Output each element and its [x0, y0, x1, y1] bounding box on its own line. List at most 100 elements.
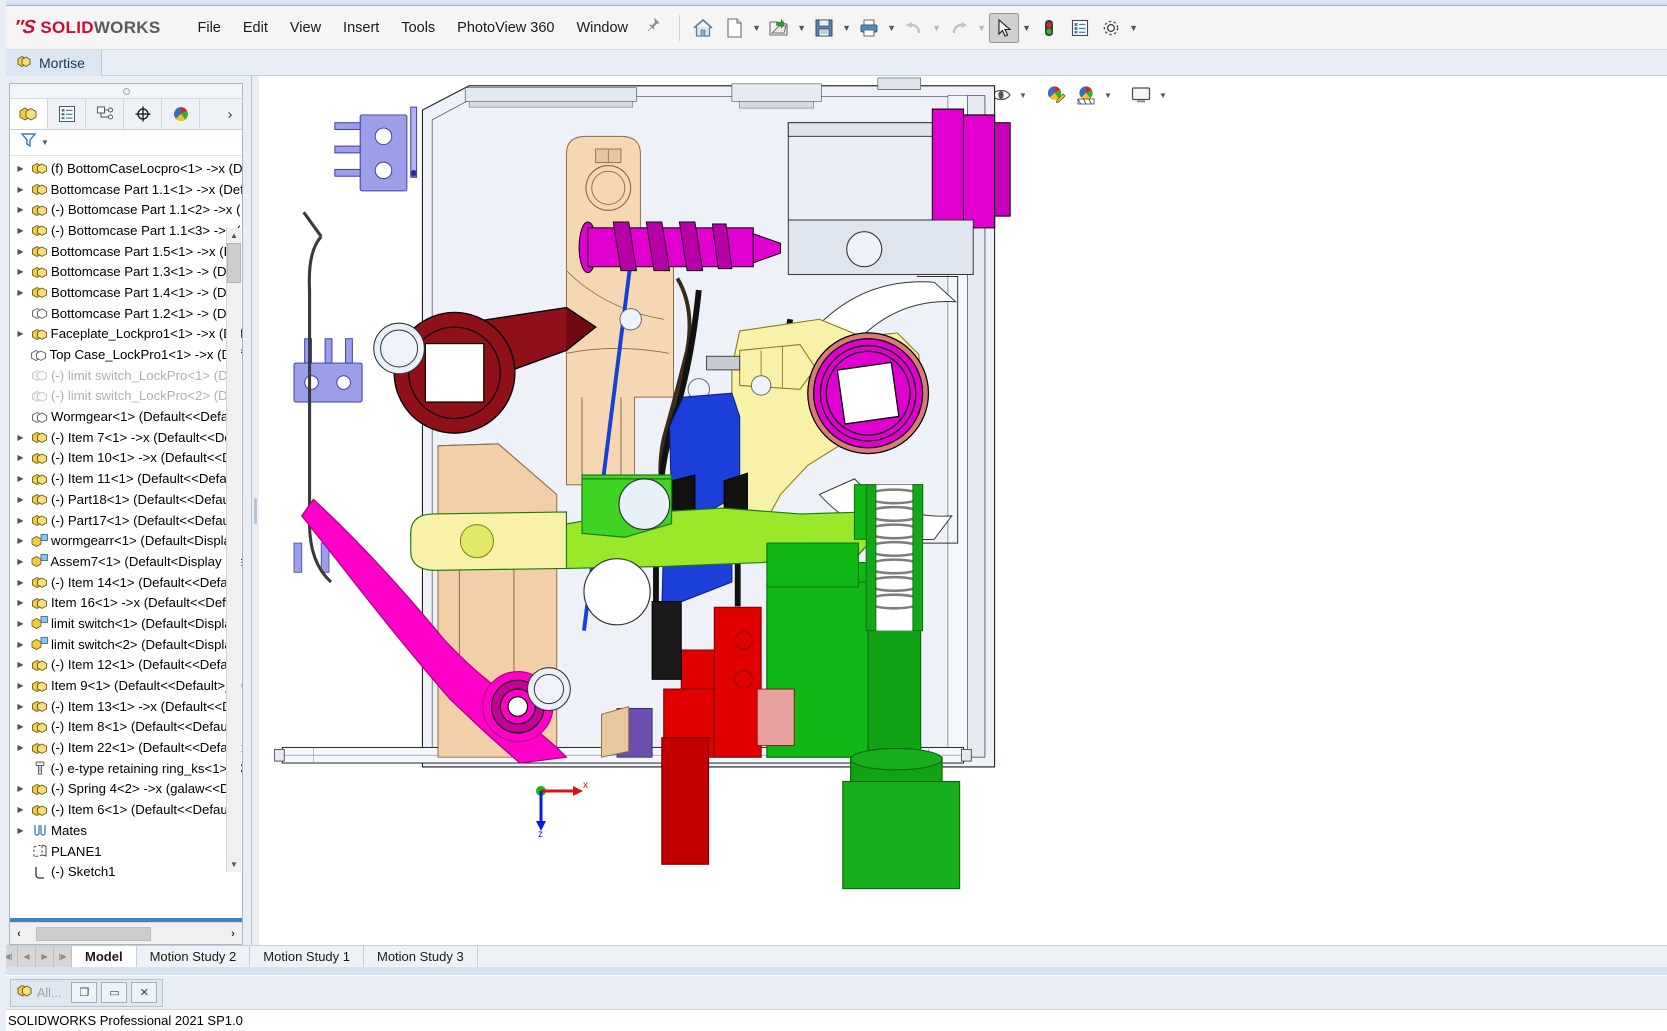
menu-window[interactable]: Window — [565, 15, 639, 41]
print-caret-icon[interactable]: ▼ — [885, 13, 898, 43]
tree-item[interactable]: ▶ Bottomcase Part 1.4<1> -> (De — [10, 282, 242, 303]
expand-arrow-icon[interactable]: ▶ — [12, 185, 29, 194]
expand-arrow-icon[interactable]: ▶ — [12, 329, 29, 338]
expand-arrow-icon[interactable]: ▶ — [12, 226, 29, 235]
tree-item[interactable]: ▶ (-) Bottomcase Part 1.1<3> ->x ( — [10, 220, 242, 241]
expand-arrow-icon[interactable]: ▶ — [12, 578, 29, 587]
file-properties-icon[interactable] — [1065, 13, 1095, 43]
tree-item[interactable]: ▶ (-) Item 14<1> (Default<<Defaul — [10, 572, 242, 593]
tab-motion-study-2[interactable]: Motion Study 2 — [137, 946, 251, 967]
menu-tools[interactable]: Tools — [390, 15, 446, 41]
expand-arrow-icon[interactable]: ▶ — [12, 516, 29, 525]
feature-tree-horizontal-scrollbar[interactable]: ‹ › — [10, 922, 242, 944]
tab-motion-study-1[interactable]: Motion Study 1 — [250, 946, 364, 967]
feature-manager-tab[interactable] — [10, 99, 48, 129]
menu-photoview-360[interactable]: PhotoView 360 — [446, 15, 565, 41]
expand-arrow-icon[interactable]: ▶ — [12, 495, 29, 504]
tree-item[interactable]: ▶ limit switch<2> (Default<Display — [10, 634, 242, 655]
last-tab-icon[interactable]: |▶ — [54, 946, 72, 967]
expand-arrow-icon[interactable]: ▶ — [12, 205, 29, 214]
expand-arrow-icon[interactable]: ▶ — [12, 702, 29, 711]
tree-item[interactable]: ▶ (-) Bottomcase Part 1.1<2> ->x ( — [10, 199, 242, 220]
expand-arrow-icon[interactable]: ▶ — [12, 453, 29, 462]
property-manager-tab[interactable] — [48, 99, 86, 129]
tree-item[interactable]: Wormgear<1> (Default<<Defaul — [10, 406, 242, 427]
scroll-left-arrow-icon[interactable]: ‹ — [10, 928, 28, 940]
tree-item[interactable]: (-) limit switch_LockPro<2> (Def — [10, 386, 242, 407]
expand-arrow-icon[interactable]: ▶ — [12, 640, 29, 649]
prev-tab-icon[interactable]: ◀ — [18, 946, 36, 967]
filter-caret-icon[interactable]: ▼ — [41, 138, 49, 147]
vertical-scroll-thumb[interactable] — [227, 243, 241, 283]
open-document-caret-icon[interactable]: ▼ — [795, 13, 808, 43]
expand-arrow-icon[interactable]: ▶ — [12, 288, 29, 297]
tree-item[interactable]: (-) limit switch_LockPro<1> (Def — [10, 365, 242, 386]
panel-splitter[interactable] — [252, 76, 259, 945]
tree-item[interactable]: ▶ Bottomcase Part 1.3<1> -> (De — [10, 261, 242, 282]
configuration-manager-tab[interactable] — [86, 99, 124, 129]
next-tab-icon[interactable]: ▶ — [36, 946, 54, 967]
select-caret-icon[interactable]: ▼ — [1020, 13, 1033, 43]
restore-window-button[interactable]: ❐ — [71, 982, 98, 1003]
options-gear-icon[interactable] — [1096, 13, 1126, 43]
print-icon[interactable] — [854, 13, 884, 43]
filter-funnel-icon[interactable] — [20, 132, 38, 153]
expand-arrow-icon[interactable]: ▶ — [12, 660, 29, 669]
expand-arrow-icon[interactable]: ▶ — [12, 598, 29, 607]
expand-arrow-icon[interactable]: ▶ — [12, 433, 29, 442]
tree-item[interactable]: ▶ (f) BottomCaseLocpro<1> ->x (D — [10, 158, 242, 179]
expand-arrow-icon[interactable]: ▶ — [12, 784, 29, 793]
rebuild-icon[interactable] — [1034, 13, 1064, 43]
save-icon[interactable] — [809, 13, 839, 43]
menu-view[interactable]: View — [279, 15, 332, 41]
new-document-icon[interactable] — [719, 13, 749, 43]
expand-arrow-icon[interactable]: ▶ — [12, 743, 29, 752]
tree-item[interactable]: Top Case_LockPro1<1> ->x (Defa — [10, 344, 242, 365]
feature-tree[interactable]: ▶ (f) BottomCaseLocpro<1> ->x (D ▶ Bottomca… — [10, 156, 242, 918]
menu-edit[interactable]: Edit — [232, 15, 279, 41]
undo-caret-icon[interactable]: ▼ — [930, 13, 943, 43]
open-document-icon[interactable] — [764, 13, 794, 43]
expand-arrow-icon[interactable]: ▶ — [12, 247, 29, 256]
tree-item[interactable]: ▶ (-) Part17<1> (Default<<Default — [10, 510, 242, 531]
graphics-area[interactable]: ▼ ▼ ▼ x z — [259, 76, 1667, 945]
tree-item[interactable]: ▶ Assem7<1> (Default<Display Sta — [10, 551, 242, 572]
expand-arrow-icon[interactable]: ▶ — [12, 267, 29, 276]
menu-insert[interactable]: Insert — [332, 15, 390, 41]
tree-item[interactable]: ▶ Mates — [10, 820, 242, 841]
redo-caret-icon[interactable]: ▼ — [975, 13, 988, 43]
close-window-button[interactable]: ✕ — [131, 982, 158, 1003]
feature-tree-vertical-scrollbar[interactable]: ▲ ▼ — [226, 228, 241, 872]
scroll-down-arrow-icon[interactable]: ▼ — [227, 857, 241, 872]
horizontal-scroll-thumb[interactable] — [36, 926, 151, 941]
tree-item[interactable]: ▶ (-) Spring 4<2> ->x (galaw<<Def — [10, 779, 242, 800]
tree-item[interactable]: ▶ (-) Item 22<1> (Default<<Default — [10, 737, 242, 758]
tree-item[interactable]: ▶ Item 16<1> ->x (Default<<Defau — [10, 592, 242, 613]
tree-item[interactable]: ▶ wormgearr<1> (Default<Display — [10, 530, 242, 551]
expand-arrow-icon[interactable]: ▶ — [12, 826, 29, 835]
tree-item[interactable]: ▶ Bottomcase Part 1.5<1> ->x (D — [10, 241, 242, 262]
home-icon[interactable] — [688, 13, 718, 43]
expand-arrow-icon[interactable]: ▶ — [12, 474, 29, 483]
new-document-caret-icon[interactable]: ▼ — [750, 13, 763, 43]
tree-item[interactable]: ▶ (-) Item 11<1> (Default<<Default — [10, 468, 242, 489]
feature-manager-collapse-grip[interactable] — [10, 84, 242, 99]
tab-motion-study-3[interactable]: Motion Study 3 — [364, 946, 478, 967]
tree-item[interactable]: ▶ (-) Item 7<1> ->x (Default<<Def — [10, 427, 242, 448]
expand-arrow-icon[interactable]: ▶ — [12, 164, 29, 173]
tree-item[interactable]: ▶ (-) Item 13<1> ->x (Default<<De — [10, 696, 242, 717]
options-caret-icon[interactable]: ▼ — [1127, 13, 1140, 43]
document-tab-mortise[interactable]: Mortise — [0, 49, 102, 76]
scroll-right-arrow-icon[interactable]: › — [224, 928, 242, 940]
expand-arrow-icon[interactable]: ▶ — [12, 722, 29, 731]
expand-arrow-icon[interactable]: ▶ — [12, 557, 29, 566]
undo-icon[interactable] — [899, 13, 929, 43]
tree-item[interactable]: ▶ Item 9<1> (Default<<Default>_D — [10, 675, 242, 696]
tree-item[interactable]: (-) e-type retaining ring_ks<1> (K — [10, 758, 242, 779]
scroll-up-arrow-icon[interactable]: ▲ — [227, 228, 241, 243]
tree-item[interactable]: Bottomcase Part 1.2<1> -> (De — [10, 303, 242, 324]
chevron-right-icon[interactable]: › — [218, 99, 242, 129]
tree-item[interactable]: (-) Sketch1 — [10, 861, 242, 882]
save-caret-icon[interactable]: ▼ — [840, 13, 853, 43]
tree-item[interactable]: ▶ (-) Item 10<1> ->x (Default<<De — [10, 448, 242, 469]
